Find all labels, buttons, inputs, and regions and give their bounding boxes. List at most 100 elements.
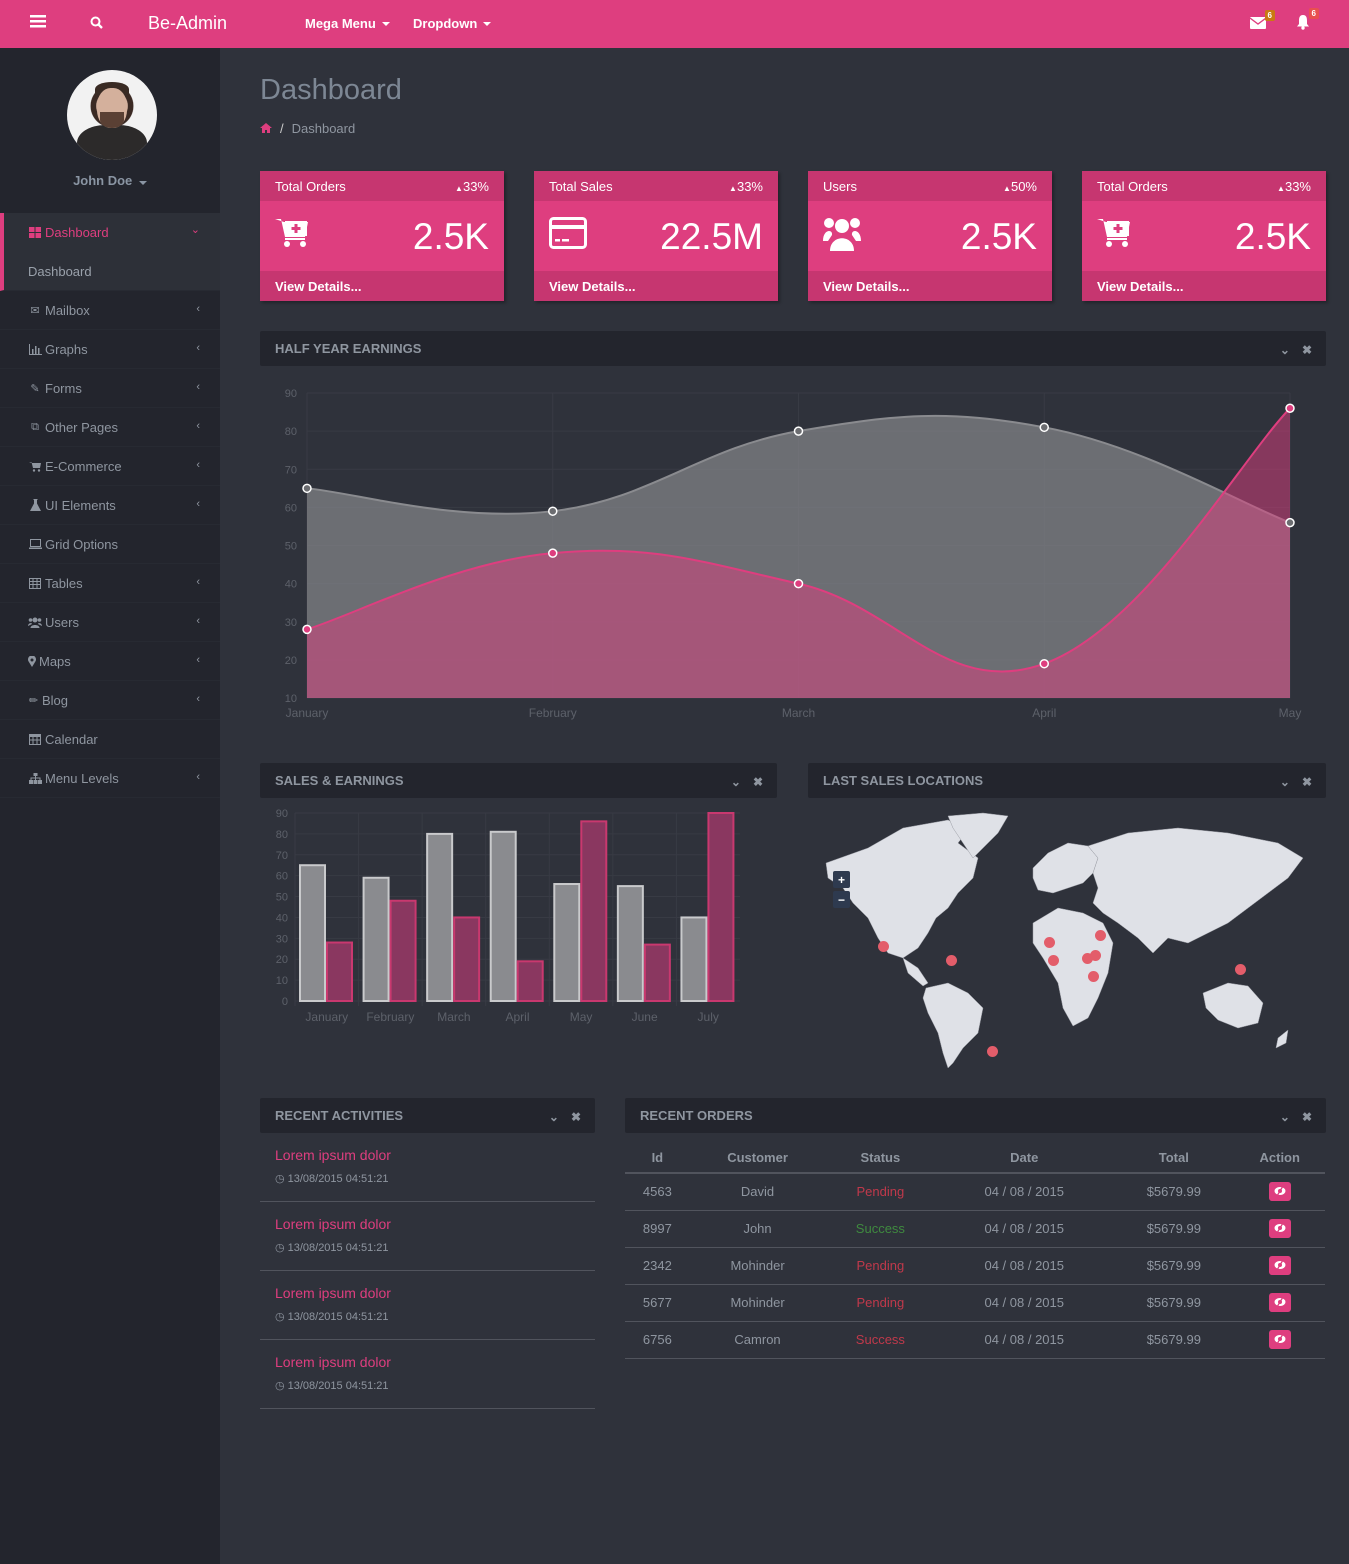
map-marker-new-york[interactable] bbox=[946, 955, 957, 966]
view-order-button[interactable] bbox=[1268, 1256, 1291, 1275]
users-icon bbox=[823, 217, 861, 256]
home-icon[interactable] bbox=[260, 121, 272, 136]
triangle-up-icon: ▲ bbox=[1003, 183, 1011, 193]
bar-series-2-may bbox=[580, 820, 608, 1002]
sidebar-item-grid-options[interactable]: Grid Options bbox=[0, 525, 220, 564]
order-action bbox=[1234, 1284, 1325, 1322]
sidebar-item-calendar[interactable]: Calendar bbox=[0, 720, 220, 759]
dropdown-menu[interactable]: Dropdown bbox=[413, 16, 492, 31]
view-order-button[interactable] bbox=[1268, 1293, 1291, 1312]
view-details-link[interactable]: View Details... bbox=[1082, 271, 1326, 301]
column-header-customer[interactable]: Customer bbox=[689, 1143, 826, 1174]
mega-menu-dropdown[interactable]: Mega Menu bbox=[305, 16, 390, 31]
caret-down-icon bbox=[381, 21, 390, 26]
column-header-status[interactable]: Status bbox=[825, 1143, 936, 1174]
half-year-earnings-chart: 10 20 30 40 50 60 70 80 90 January February March Ap… bbox=[285, 388, 1302, 720]
notification-count-badge: 6 bbox=[1308, 8, 1319, 19]
sidebar-item-menu-levels[interactable]: Menu Levels ‹ bbox=[0, 759, 220, 798]
stat-value: 2.5K bbox=[1234, 216, 1311, 257]
sidebar-item-label: Grid Options bbox=[45, 536, 118, 552]
bar-series-2-march bbox=[453, 916, 481, 1002]
sidebar-item-label: Forms bbox=[45, 380, 82, 396]
close-icon[interactable]: ✖ bbox=[571, 1110, 581, 1124]
view-order-button[interactable] bbox=[1268, 1219, 1291, 1238]
sidebar-item-tables[interactable]: Tables ‹ bbox=[0, 564, 220, 603]
view-order-button[interactable] bbox=[1268, 1330, 1291, 1349]
activity-title[interactable]: Lorem ipsum dolor bbox=[275, 1354, 391, 1370]
main-content: Dashboard / Dashboard Total Orders ▲33% 2… bbox=[220, 48, 1349, 1564]
breadcrumb-current: Dashboard bbox=[291, 121, 356, 136]
close-icon[interactable]: ✖ bbox=[753, 775, 763, 789]
y-tick-label: 50 bbox=[276, 892, 288, 904]
close-icon[interactable]: ✖ bbox=[1302, 343, 1312, 357]
chevron-left-icon: ‹ bbox=[196, 459, 200, 471]
map-zoom-in-button[interactable]: + bbox=[833, 871, 850, 888]
notifications-button[interactable]: 6 bbox=[1296, 8, 1319, 35]
pencil-icon: ✏ bbox=[28, 694, 39, 707]
caret-down-icon bbox=[138, 181, 147, 185]
map-marker-tokyo[interactable] bbox=[1235, 964, 1246, 975]
table-row: 5677 Mohinder Pending 04 / 08 / 2015 $5679.9… bbox=[625, 1284, 1325, 1322]
map-marker-london[interactable] bbox=[1044, 937, 1055, 948]
column-header-date[interactable]: Date bbox=[935, 1143, 1114, 1174]
chevron-left-icon: ‹ bbox=[196, 615, 200, 627]
view-details-link[interactable]: View Details... bbox=[808, 271, 1052, 301]
sidebar-item-other-pages[interactable]: ⧉ Other Pages ‹ bbox=[0, 408, 220, 447]
map-marker-icon bbox=[28, 655, 36, 667]
collapse-chevron-icon[interactable]: ⌄ bbox=[1280, 1110, 1290, 1124]
collapse-chevron-icon[interactable]: ⌄ bbox=[731, 775, 741, 789]
chevron-left-icon: ‹ bbox=[196, 576, 200, 588]
map-zoom-out-button[interactable]: − bbox=[833, 891, 850, 908]
map-marker-seattle[interactable] bbox=[878, 941, 889, 952]
collapse-chevron-icon[interactable]: ⌄ bbox=[1280, 775, 1290, 789]
map-marker-madrid[interactable] bbox=[1048, 955, 1059, 966]
chevron-left-icon: ‹ bbox=[196, 693, 200, 705]
y-tick-label: 30 bbox=[276, 933, 288, 945]
map-marker-istanbul[interactable] bbox=[1090, 950, 1101, 961]
close-icon[interactable]: ✖ bbox=[1302, 1110, 1312, 1124]
close-icon[interactable]: ✖ bbox=[1302, 775, 1312, 789]
sidebar-item-dashboard[interactable]: Dashboard ⌄ bbox=[0, 213, 220, 252]
activity-title[interactable]: Lorem ipsum dolor bbox=[275, 1216, 391, 1232]
search-icon[interactable] bbox=[90, 16, 103, 29]
user-avatar[interactable] bbox=[67, 70, 157, 160]
calendar-icon bbox=[28, 733, 42, 745]
stat-change: ▲33% bbox=[1277, 178, 1311, 194]
sidebar-item-graphs[interactable]: Graphs ‹ bbox=[0, 330, 220, 369]
map-australia bbox=[1202, 982, 1264, 1029]
sidebar-item-ui-elements[interactable]: UI Elements ‹ bbox=[0, 486, 220, 525]
map-marker-moscow[interactable] bbox=[1095, 930, 1106, 941]
y-tick-label: 40 bbox=[276, 912, 288, 924]
sidebar-item-maps[interactable]: Maps ‹ bbox=[0, 642, 220, 681]
activity-title[interactable]: Lorem ipsum dolor bbox=[275, 1285, 391, 1301]
view-details-link[interactable]: View Details... bbox=[534, 271, 778, 301]
user-menu-toggle[interactable]: John Doe bbox=[0, 173, 220, 188]
sidebar-item-users[interactable]: Users ‹ bbox=[0, 603, 220, 642]
breadcrumb: / Dashboard bbox=[260, 121, 355, 136]
panel-header-recent-orders: RECENT ORDERS ⌄ ✖ bbox=[625, 1098, 1326, 1133]
sidebar-item-e-commerce[interactable]: E-Commerce ‹ bbox=[0, 447, 220, 486]
collapse-chevron-icon[interactable]: ⌄ bbox=[549, 1110, 559, 1124]
sidebar-item-blog[interactable]: ✏ Blog ‹ bbox=[0, 681, 220, 720]
sidebar-item-forms[interactable]: ✎ Forms ‹ bbox=[0, 369, 220, 408]
view-details-link[interactable]: View Details... bbox=[260, 271, 504, 301]
eye-slash-icon bbox=[1274, 1332, 1286, 1347]
map-marker-cairo[interactable] bbox=[1088, 971, 1099, 982]
mail-button[interactable]: 6 bbox=[1249, 10, 1275, 34]
sidebar-item-label: Blog bbox=[42, 692, 69, 708]
sidebar-subitem-dashboard[interactable]: Dashboard bbox=[0, 252, 220, 291]
brand-logo[interactable]: Be-Admin bbox=[148, 13, 227, 34]
map-marker-rio-de-janeiro[interactable] bbox=[987, 1046, 998, 1057]
sidebar-item-label: Other Pages bbox=[45, 419, 118, 435]
view-order-button[interactable] bbox=[1268, 1182, 1291, 1202]
data-point bbox=[793, 426, 804, 436]
activity-title[interactable]: Lorem ipsum dolor bbox=[275, 1147, 391, 1163]
order-action bbox=[1234, 1321, 1325, 1359]
sidebar-item-mailbox[interactable]: ✉ Mailbox ‹ bbox=[0, 291, 220, 330]
sidebar-item-label: Calendar bbox=[45, 731, 98, 747]
collapse-chevron-icon[interactable]: ⌄ bbox=[1280, 343, 1290, 357]
column-header-total[interactable]: Total bbox=[1113, 1143, 1235, 1174]
world-map[interactable]: + − bbox=[808, 808, 1326, 1069]
hamburger-menu-icon[interactable] bbox=[30, 14, 46, 28]
column-header-id[interactable]: Id bbox=[625, 1143, 690, 1174]
